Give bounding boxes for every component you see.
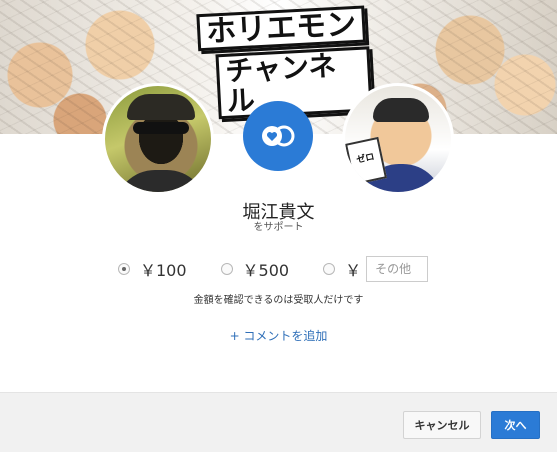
other-currency-symbol: ￥ <box>345 261 362 280</box>
amount-option-100[interactable]: ￥100 <box>118 257 187 281</box>
banner-logo: ホリエモン チャンネル <box>188 5 373 120</box>
amount-privacy-note: 金額を確認できるのは受取人だけです <box>193 295 364 306</box>
channel-avatar: ゼロ <box>342 83 454 195</box>
amount-radio-500[interactable] <box>220 263 233 275</box>
amount-radio-other[interactable] <box>323 263 336 275</box>
next-button[interactable]: 次へ <box>491 411 540 439</box>
amount-label-100: ￥100 <box>140 261 187 280</box>
add-comment-link[interactable]: + コメントを追加 <box>0 327 557 344</box>
cancel-button[interactable]: キャンセル <box>403 411 481 439</box>
avatar-board-text: ゼロ <box>345 136 387 186</box>
dialog-footer: キャンセル 次へ <box>0 392 557 452</box>
heart-coin-icon <box>262 125 295 147</box>
support-subtitle: をサポート <box>253 222 304 233</box>
amount-radio-100[interactable] <box>118 263 130 275</box>
amount-label-500: ￥500 <box>242 261 290 280</box>
amount-option-other[interactable]: ￥ <box>323 256 429 282</box>
other-amount-input[interactable] <box>366 256 429 282</box>
support-logo-icon <box>243 101 313 171</box>
amount-option-500[interactable]: ￥500 <box>220 257 290 281</box>
creator-avatar <box>102 83 214 195</box>
amount-selector: ￥100 ￥500 ￥ <box>118 256 429 282</box>
banner-logo-line1: ホリエモン <box>196 5 367 52</box>
